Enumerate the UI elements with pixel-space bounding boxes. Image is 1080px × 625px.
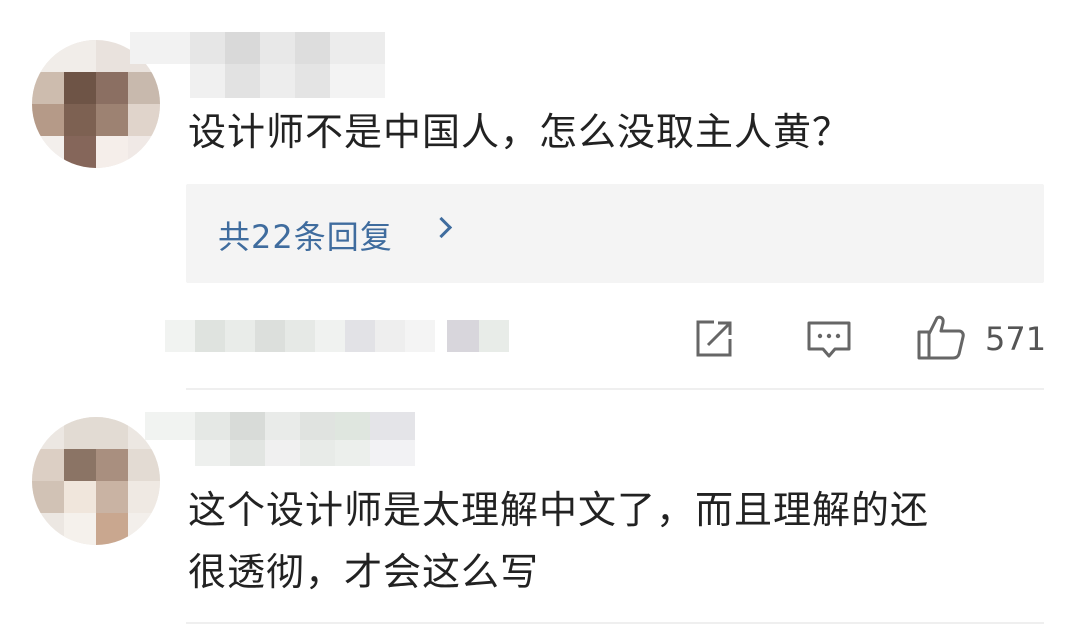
chevron-right-icon	[430, 216, 453, 239]
share-icon	[696, 320, 732, 357]
username-blurred[interactable]	[145, 412, 445, 472]
meta-blurred	[165, 320, 515, 352]
comment-icon	[807, 321, 851, 358]
comment-button[interactable]	[805, 315, 853, 363]
divider	[186, 622, 1044, 624]
username-blurred[interactable]	[130, 32, 390, 102]
avatar[interactable]	[32, 417, 160, 545]
like-count: 571	[985, 320, 1047, 358]
comment-text: 设计师不是中国人，怎么没取主人黄？	[188, 110, 852, 154]
comment-text-line-2: 很透彻，才会这么写	[188, 550, 540, 594]
replies-link[interactable]: 共22条回复	[186, 184, 1044, 283]
replies-label: 共22条回复	[218, 218, 393, 256]
comment-text-line-1: 这个设计师是太理解中文了，而且理解的还	[188, 488, 930, 532]
like-icon	[917, 315, 965, 360]
comment-2: 这个设计师是太理解中文了，而且理解的还 很透彻，才会这么写	[0, 392, 1080, 625]
like-button[interactable]	[915, 312, 967, 362]
comment-1: 设计师不是中国人，怎么没取主人黄？ 共22条回复 571	[0, 0, 1080, 390]
share-button[interactable]	[690, 315, 738, 363]
divider	[186, 388, 1044, 390]
